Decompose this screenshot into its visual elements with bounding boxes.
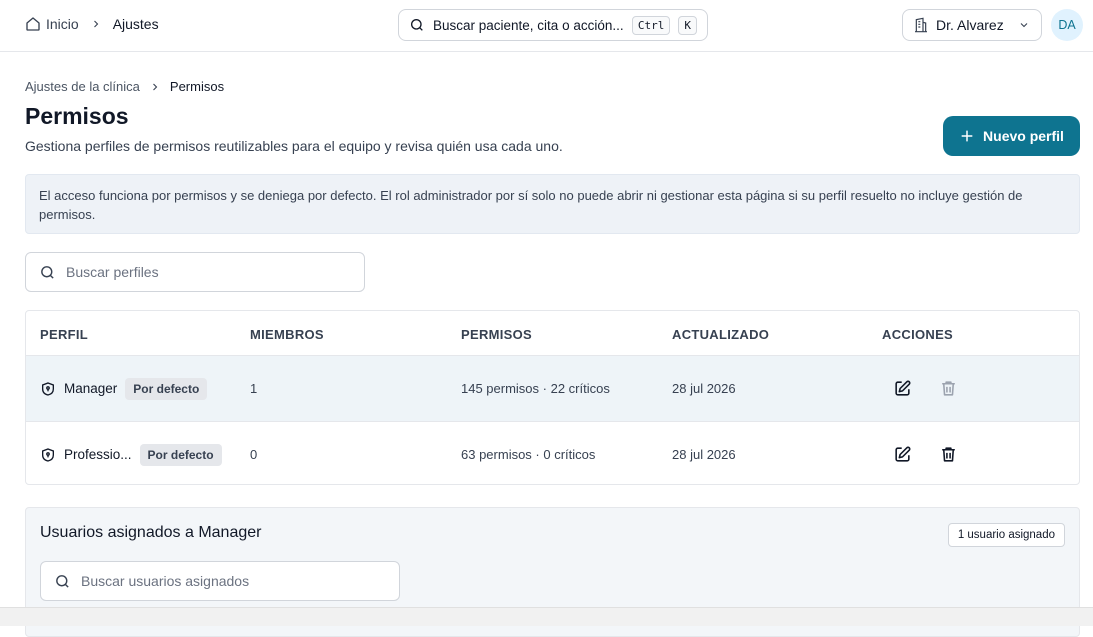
permissions-notice: El acceso funciona por permisos y se den… [25, 174, 1080, 234]
default-badge: Por defecto [139, 443, 222, 466]
profiles-table: PERFIL MIEMBROS PERMISOS ACTUALIZADO ACC… [25, 310, 1080, 485]
chevron-right-icon [149, 81, 161, 93]
actions-cell [890, 356, 960, 421]
shield-icon [40, 447, 56, 463]
header-profile: PERFIL [40, 327, 89, 342]
avatar[interactable]: DA [1051, 9, 1083, 41]
profile-cell: Manager Por defecto [40, 356, 208, 421]
header-updated: ACTUALIZADO [672, 327, 770, 342]
breadcrumb-current: Ajustes [112, 16, 159, 32]
assigned-users-search-input[interactable]: Buscar usuarios asignados [40, 561, 400, 601]
chevron-down-icon [1018, 19, 1030, 31]
page-title: Permisos [25, 103, 129, 129]
shortcut-key-k: K [678, 15, 697, 35]
members-cell: 1 [250, 381, 258, 396]
global-search-text: Buscar paciente, cita o acción... [433, 17, 624, 33]
top-bar: Inicio Ajustes Buscar paciente, cita o a… [0, 0, 1093, 52]
new-profile-button[interactable]: Nuevo perfil [943, 116, 1080, 156]
table-row[interactable]: Professio... Por defecto 0 63 permisos ·… [26, 422, 1079, 484]
header-permissions: PERMISOS [461, 327, 533, 342]
search-icon [409, 17, 425, 33]
page-subtitle: Gestiona perfiles de permisos reutilizab… [25, 138, 563, 154]
trash-icon [936, 377, 960, 401]
assigned-search-placeholder: Buscar usuarios asignados [81, 573, 250, 589]
table-row[interactable]: Manager Por defecto 1 145 permisos · 22 … [26, 356, 1079, 422]
shield-icon [40, 381, 56, 397]
user-menu-button[interactable]: Dr. Alvarez [902, 9, 1042, 41]
breadcrumb-parent-link[interactable]: Ajustes de la clínica [25, 79, 140, 94]
breadcrumb-current: Permisos [169, 79, 225, 94]
assigned-count-badge: 1 usuario asignado [947, 523, 1065, 547]
global-search-input[interactable]: Buscar paciente, cita o acción... Ctrl K [398, 9, 708, 41]
profile-search-placeholder: Buscar perfiles [66, 264, 159, 280]
profile-cell: Professio... Por defecto [40, 422, 222, 484]
search-icon [39, 264, 56, 281]
profile-name: Manager [64, 381, 118, 396]
updated-cell: 28 jul 2026 [672, 381, 736, 396]
actions-cell [890, 422, 960, 484]
edit-icon[interactable] [890, 377, 914, 401]
page-breadcrumb: Ajustes de la clínica Permisos [25, 79, 224, 94]
shortcut-key-ctrl: Ctrl [631, 15, 671, 35]
home-icon[interactable] [25, 16, 41, 32]
header-members: MIEMBROS [250, 327, 324, 342]
profile-name: Professio... [64, 447, 132, 462]
members-cell: 0 [250, 447, 258, 462]
table-header: PERFIL MIEMBROS PERMISOS ACTUALIZADO ACC… [26, 311, 1079, 356]
new-profile-label: Nuevo perfil [983, 128, 1064, 144]
user-name: Dr. Alvarez [936, 17, 1004, 33]
trash-icon[interactable] [936, 443, 960, 467]
search-icon [54, 573, 71, 590]
permissions-cell: 63 permisos · 0 críticos [461, 447, 596, 462]
profile-search-input[interactable]: Buscar perfiles [25, 252, 365, 292]
updated-cell: 28 jul 2026 [672, 447, 736, 462]
edit-icon[interactable] [890, 443, 914, 467]
permissions-cell: 145 permisos · 22 críticos [461, 381, 610, 396]
plus-icon [959, 128, 975, 144]
header-actions: ACCIONES [882, 327, 954, 342]
chevron-right-icon [90, 18, 102, 30]
building-icon [914, 17, 928, 33]
default-badge: Por defecto [125, 377, 208, 400]
breadcrumb-home-link[interactable]: Inicio [46, 16, 79, 32]
assigned-users-title: Usuarios asignados a Manager [40, 524, 262, 541]
bottom-scroll-edge [0, 607, 1093, 626]
top-breadcrumb: Inicio Ajustes [25, 16, 159, 32]
